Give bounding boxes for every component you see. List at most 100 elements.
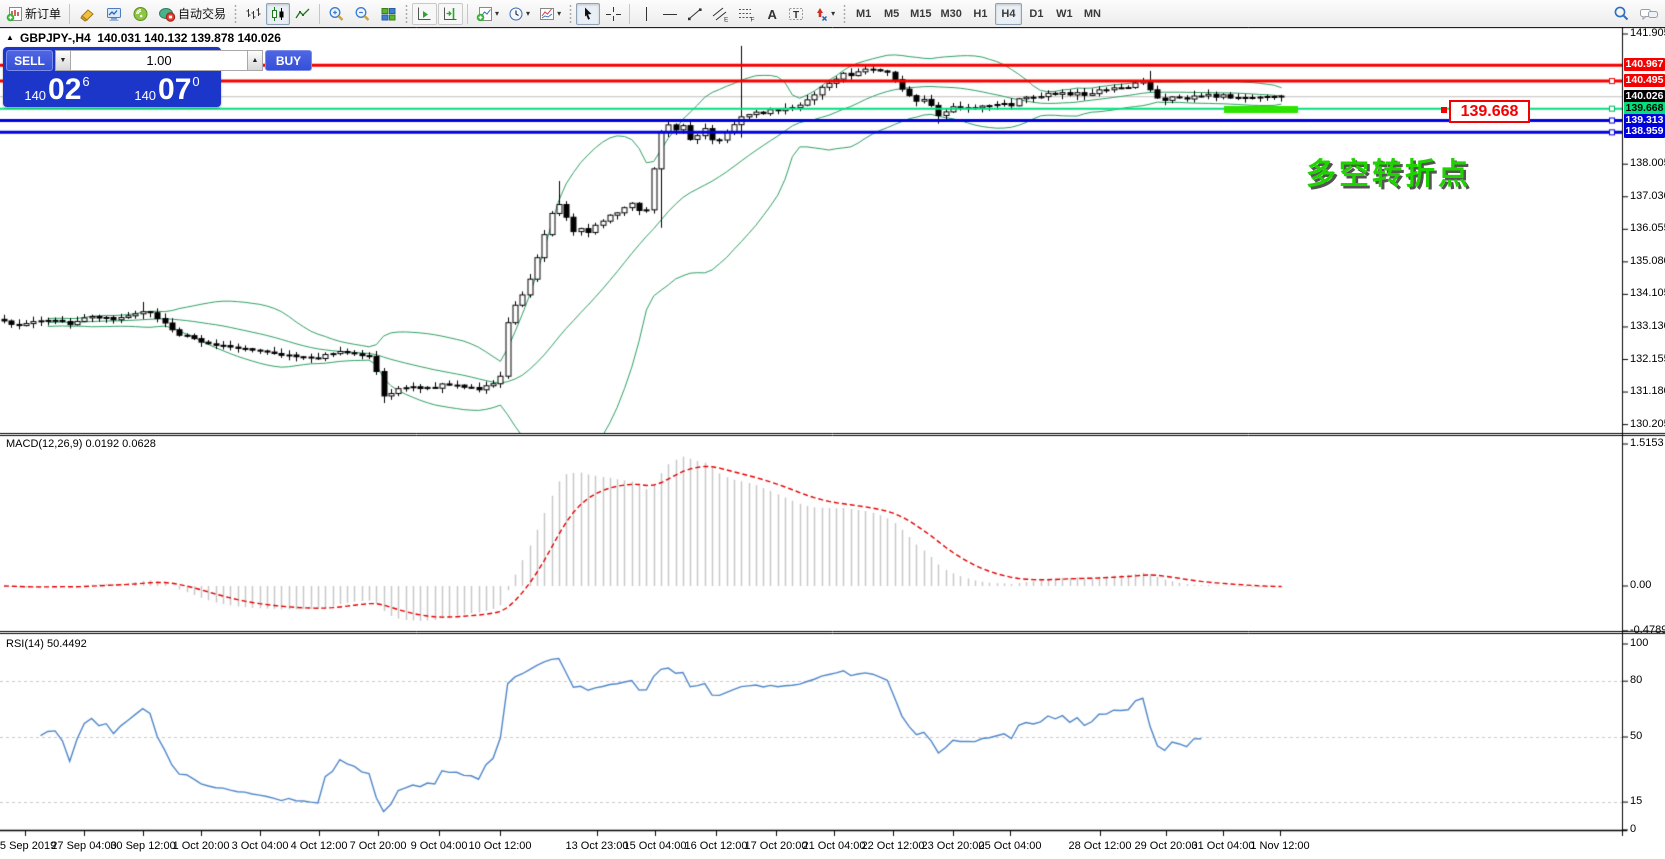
label-tool-button[interactable]: T: [784, 3, 808, 25]
signal-icon: [132, 6, 149, 22]
timeframe-MN[interactable]: MN: [1079, 3, 1106, 25]
svg-text:E: E: [724, 16, 729, 22]
timeframe-W1[interactable]: W1: [1051, 3, 1078, 25]
auto-trading-icon: [158, 6, 176, 22]
trendline-tool-button[interactable]: [683, 3, 707, 25]
channel-icon: E: [712, 6, 729, 22]
chat-icon: [1639, 6, 1659, 22]
collapse-chart-icon[interactable]: ▲: [6, 34, 14, 42]
profile-icon: [78, 6, 96, 22]
new-order-button[interactable]: 新订单: [2, 3, 65, 25]
timeframe-M15[interactable]: M15: [906, 3, 935, 25]
chart-title: GBPJPY-,H4 140.031 140.132 139.878 140.0…: [20, 31, 281, 45]
periods-button[interactable]: ▾: [504, 3, 534, 25]
toolbar-separator: [629, 4, 630, 24]
market-watch-button[interactable]: [101, 3, 127, 25]
candlestick-chart-icon: [270, 6, 286, 22]
chevron-down-icon: ▾: [526, 10, 530, 18]
time-axis-label: 3 Oct 04:00: [232, 840, 289, 852]
one-click-trading-panel: SELL ▼ ▲ BUY 140026 140070: [3, 47, 221, 107]
cursor-button[interactable]: [576, 3, 600, 25]
indicators-button[interactable]: ▾: [472, 3, 503, 25]
chevron-down-icon: ▾: [831, 10, 835, 18]
zoom-in-icon: [328, 6, 345, 22]
timeframe-D1[interactable]: D1: [1023, 3, 1050, 25]
toolbar-separator: [467, 4, 468, 24]
add-indicator-icon: [476, 6, 493, 22]
line-chart-icon: [295, 6, 311, 22]
fibonacci-tool-button[interactable]: F: [734, 3, 759, 25]
auto-scroll-button[interactable]: [412, 3, 437, 25]
buy-price-main: 07: [158, 73, 191, 106]
time-axis-label: 10 Oct 12:00: [469, 840, 532, 852]
horizontal-line-icon: [662, 6, 678, 22]
timeframe-M30[interactable]: M30: [937, 3, 966, 25]
bar-chart-button[interactable]: [241, 3, 265, 25]
time-axis-label: 1 Nov 12:00: [1250, 840, 1309, 852]
timeframe-group: M1M5M15M30H1H4D1W1MN: [850, 3, 1106, 25]
svg-text:F: F: [751, 16, 755, 22]
volume-input[interactable]: [71, 50, 247, 71]
volume-decrease-button[interactable]: ▼: [55, 50, 71, 71]
time-axis-label: 27 Sep 04:00: [51, 840, 116, 852]
svg-text:A: A: [767, 7, 777, 22]
vertical-line-tool-button[interactable]: [634, 3, 657, 25]
auto-trading-button[interactable]: 自动交易: [154, 3, 230, 25]
crosshair-button[interactable]: [601, 3, 625, 25]
sell-price[interactable]: 140026: [6, 73, 108, 106]
time-axis-label: 23 Oct 20:00: [922, 840, 985, 852]
chart-monitor-icon: [105, 6, 123, 22]
text-tool-button[interactable]: A: [760, 3, 783, 25]
timeframe-H4[interactable]: H4: [995, 3, 1022, 25]
arrows-tool-button[interactable]: ▾: [809, 3, 839, 25]
price-level-label[interactable]: 139.668: [1449, 100, 1530, 123]
template-icon: [539, 6, 555, 22]
candlestick-chart-button[interactable]: [266, 3, 290, 25]
line-chart-button[interactable]: [291, 3, 315, 25]
time-axis-label: 16 Oct 12:00: [685, 840, 748, 852]
chart-shift-button[interactable]: [438, 3, 463, 25]
buy-price[interactable]: 140070: [116, 73, 218, 106]
fibonacci-icon: F: [738, 6, 755, 22]
buy-price-prefix: 140: [134, 88, 156, 103]
chart-note-text[interactable]: 多空转折点: [1306, 149, 1471, 193]
zoom-out-button[interactable]: [350, 3, 375, 25]
channel-tool-button[interactable]: E: [708, 3, 733, 25]
svg-text:T: T: [793, 10, 799, 21]
time-axis-label: 21 Oct 04:00: [803, 840, 866, 852]
volume-increase-button[interactable]: ▲: [247, 50, 263, 71]
profile-button[interactable]: [74, 3, 100, 25]
toolbar-drag-handle: [568, 4, 573, 24]
mt4-window: 新订单 自动交易: [0, 0, 1665, 859]
macd-indicator-title: MACD(12,26,9) 0.0192 0.0628: [6, 438, 156, 450]
time-axis-label: 31 Oct 04:00: [1192, 840, 1255, 852]
time-axis-label: 13 Oct 23:00: [566, 840, 629, 852]
sell-button[interactable]: SELL: [6, 50, 53, 71]
chat-button[interactable]: [1635, 3, 1663, 25]
search-button[interactable]: [1609, 3, 1634, 25]
templates-button[interactable]: ▾: [535, 3, 565, 25]
tile-windows-button[interactable]: [376, 3, 401, 25]
crosshair-icon: [605, 6, 621, 22]
timeframe-M1[interactable]: M1: [850, 3, 877, 25]
toolbar: 新订单 自动交易: [0, 0, 1665, 27]
clock-icon: [508, 6, 524, 22]
auto-trading-label: 自动交易: [178, 5, 226, 22]
horizontal-line-tool-button[interactable]: [658, 3, 682, 25]
bar-chart-icon: [245, 6, 261, 22]
time-axis-label: 30 Sep 12:00: [110, 840, 175, 852]
chart-ohlc-quote: 140.031 140.132 139.878 140.026: [97, 31, 281, 45]
signals-button[interactable]: [128, 3, 153, 25]
timeframe-H1[interactable]: H1: [967, 3, 994, 25]
label-handle[interactable]: [1441, 107, 1447, 113]
time-axis-label: 22 Oct 12:00: [862, 840, 925, 852]
volume-stepper: ▼ ▲: [55, 50, 263, 71]
buy-button[interactable]: BUY: [265, 50, 312, 71]
time-axis-label: 4 Oct 12:00: [291, 840, 348, 852]
search-icon: [1613, 5, 1630, 22]
chevron-down-icon: ▼: [60, 57, 67, 64]
timeframe-M5[interactable]: M5: [878, 3, 905, 25]
cursor-arrow-icon: [580, 6, 596, 22]
auto-scroll-icon: [416, 6, 433, 22]
zoom-in-button[interactable]: [324, 3, 349, 25]
